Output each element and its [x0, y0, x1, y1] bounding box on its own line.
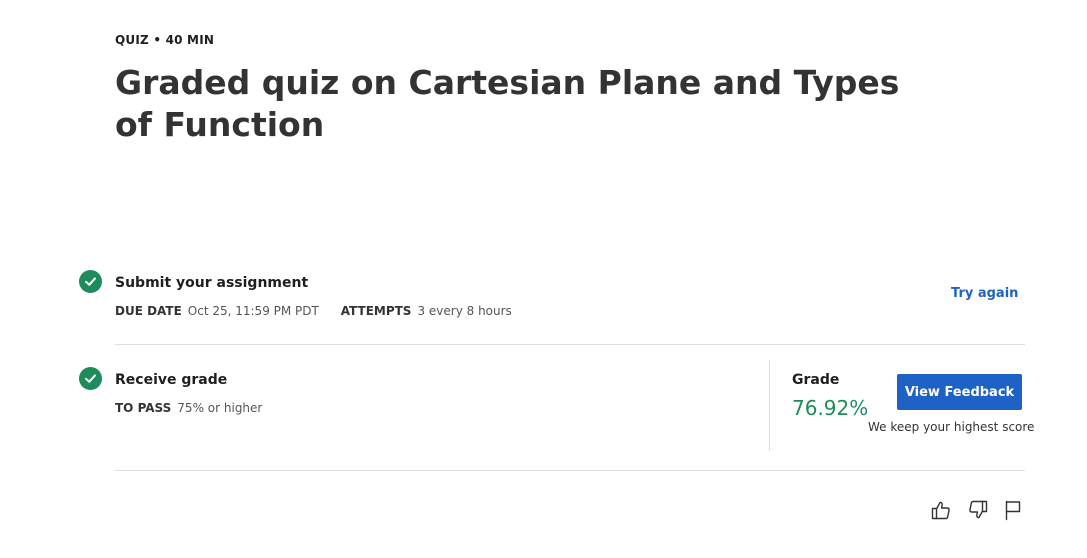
bottom-divider — [115, 470, 1025, 471]
highest-score-note: We keep your highest score — [868, 420, 1035, 434]
thumbs-down-icon[interactable] — [965, 497, 991, 523]
grade-value: 76.92% — [792, 396, 869, 420]
submit-details: DUE DATE Oct 25, 11:59 PM PDT ATTEMPTS 3 e… — [115, 304, 530, 318]
to-pass-value: 75% or higher — [177, 401, 263, 415]
section-divider — [115, 344, 1025, 345]
grade-label: Grade — [792, 372, 840, 388]
receive-grade-heading: Receive grade — [115, 372, 228, 388]
meta-separator: • — [153, 33, 162, 47]
try-again-link[interactable]: Try again — [951, 286, 1018, 301]
view-feedback-button[interactable]: View Feedback — [897, 374, 1022, 410]
quiz-duration: 40 MIN — [165, 33, 215, 47]
due-date-label: DUE DATE — [115, 304, 182, 318]
thumbs-up-icon[interactable] — [928, 497, 954, 523]
to-pass-label: TO PASS — [115, 401, 172, 415]
flag-icon[interactable] — [1000, 497, 1026, 523]
submit-heading: Submit your assignment — [115, 275, 309, 291]
quiz-meta: QUIZ • 40 MIN — [115, 33, 214, 47]
attempts-label: ATTEMPTS — [340, 304, 412, 318]
check-icon — [79, 367, 102, 390]
due-date-value: Oct 25, 11:59 PM PDT — [187, 304, 319, 318]
quiz-type: QUIZ — [115, 33, 149, 47]
page-title: Graded quiz on Cartesian Plane and Types… — [115, 63, 900, 144]
pass-details: TO PASS 75% or higher — [115, 401, 280, 415]
grade-divider — [769, 360, 770, 451]
check-icon — [79, 270, 102, 293]
attempts-value: 3 every 8 hours — [417, 304, 512, 318]
